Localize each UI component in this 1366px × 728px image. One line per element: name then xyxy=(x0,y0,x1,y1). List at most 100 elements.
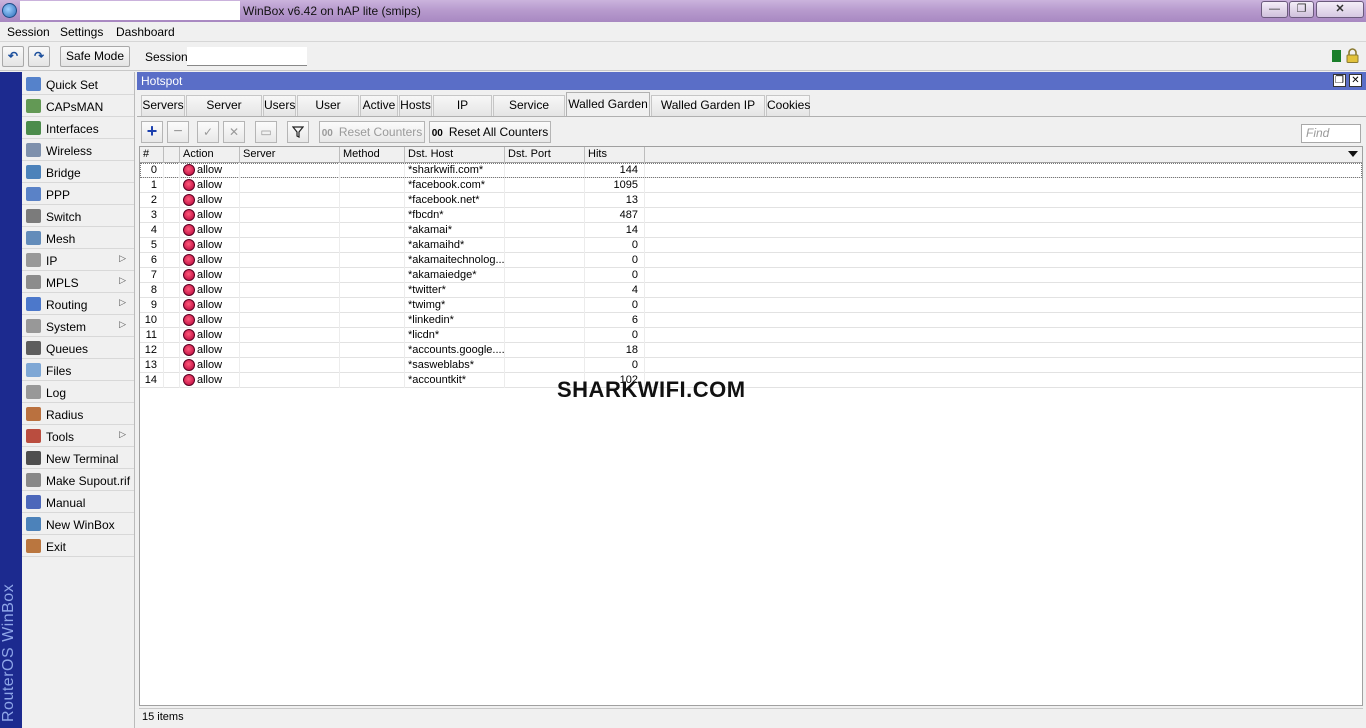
sidebar-item-new-terminal[interactable]: New Terminal xyxy=(22,447,134,469)
cross-icon: ✕ xyxy=(228,125,240,139)
table-row[interactable]: 9 allow *twimg* 0 xyxy=(140,298,1362,313)
reset-counters-button[interactable]: 00 Reset Counters xyxy=(319,121,425,143)
sidebar-item-files[interactable]: Files xyxy=(22,359,134,381)
remove-button[interactable]: − xyxy=(167,121,189,143)
filter-button[interactable] xyxy=(287,121,309,143)
table-row[interactable]: 7 allow *akamaiedge* 0 xyxy=(140,268,1362,283)
minus-icon: − xyxy=(173,123,183,140)
row-method xyxy=(340,163,405,178)
table-row[interactable]: 6 allow *akamaitechnolog... 0 xyxy=(140,253,1362,268)
sidebar-item-ppp[interactable]: PPP xyxy=(22,183,134,205)
minimize-button[interactable]: — xyxy=(1261,1,1288,18)
table-row[interactable]: 3 allow *fbcdn* 487 xyxy=(140,208,1362,223)
tab-active[interactable]: Active xyxy=(360,95,398,116)
sidebar-item-make-supout-rif[interactable]: Make Supout.rif xyxy=(22,469,134,491)
table-row[interactable]: 2 allow *facebook.net* 13 xyxy=(140,193,1362,208)
comment-button[interactable]: ▭ xyxy=(255,121,277,143)
add-button[interactable]: + xyxy=(141,121,163,143)
winbox-icon xyxy=(26,517,41,531)
column-header-action[interactable]: Action xyxy=(180,147,240,163)
switch-icon xyxy=(26,209,41,223)
row-dst-host: *twitter* xyxy=(405,283,505,298)
sidebar-item-wireless[interactable]: Wireless xyxy=(22,139,134,161)
menu-settings[interactable]: Settings xyxy=(60,25,103,39)
sidebar-item-exit[interactable]: Exit xyxy=(22,535,134,557)
menu-session[interactable]: Session xyxy=(7,25,50,39)
sidebar-item-bridge[interactable]: Bridge xyxy=(22,161,134,183)
column-header-dst-host[interactable]: Dst. Host xyxy=(405,147,505,163)
sidebar-item-queues[interactable]: Queues xyxy=(22,337,134,359)
close-button[interactable]: ✕ xyxy=(1316,1,1364,18)
sidebar-item-routing[interactable]: Routing ▷ xyxy=(22,293,134,315)
winbox-logo-icon xyxy=(2,3,17,18)
sidebar-item-ip[interactable]: IP ▷ xyxy=(22,249,134,271)
sidebar-item-manual[interactable]: Manual xyxy=(22,491,134,513)
sidebar-item-label: Radius xyxy=(46,408,84,422)
table-row[interactable]: 10 allow *linkedin* 6 xyxy=(140,313,1362,328)
tab-ip-bindings[interactable]: IP Bindings xyxy=(433,95,492,131)
disable-button[interactable]: ✕ xyxy=(223,121,245,143)
tab-users[interactable]: Users xyxy=(263,95,296,116)
maximize-button[interactable]: ❐ xyxy=(1289,1,1314,18)
table-row[interactable]: 4 allow *akamai* 14 xyxy=(140,223,1362,238)
column-header-dst-port[interactable]: Dst. Port xyxy=(505,147,585,163)
action-label: allow xyxy=(197,314,223,326)
row-flags xyxy=(164,178,180,193)
reset-all-counters-button[interactable]: 00 Reset All Counters xyxy=(429,121,551,143)
sidebar-item-mpls[interactable]: MPLS ▷ xyxy=(22,271,134,293)
sidebar-item-mesh[interactable]: Mesh xyxy=(22,227,134,249)
hotspot-restore-button[interactable]: ❐ xyxy=(1333,74,1346,87)
table-row[interactable]: 5 allow *akamaihd* 0 xyxy=(140,238,1362,253)
system-icon xyxy=(26,319,41,333)
enable-button[interactable]: ✓ xyxy=(197,121,219,143)
tab-user-profiles[interactable]: User Profiles xyxy=(297,95,359,131)
sidebar-item-capsman[interactable]: CAPsMAN xyxy=(22,95,134,117)
tab-servers[interactable]: Servers xyxy=(141,95,185,116)
undo-button[interactable]: ↶ xyxy=(2,46,24,67)
row-flags xyxy=(164,358,180,373)
tab-walled-garden-ip-list[interactable]: Walled Garden IP List xyxy=(651,95,765,131)
table-row[interactable]: 13 allow *sasweblabs* 0 xyxy=(140,358,1362,373)
column-header-hits[interactable]: Hits xyxy=(585,147,645,163)
sidebar-item-new-winbox[interactable]: New WinBox xyxy=(22,513,134,535)
row-server xyxy=(240,283,340,298)
session-input[interactable] xyxy=(187,47,307,66)
sidebar-item-radius[interactable]: Radius xyxy=(22,403,134,425)
table-row[interactable]: 11 allow *licdn* 0 xyxy=(140,328,1362,343)
sidebar-item-quick-set[interactable]: Quick Set xyxy=(22,73,134,95)
menu-dashboard[interactable]: Dashboard xyxy=(116,25,175,39)
tab-cookies[interactable]: Cookies xyxy=(766,95,810,116)
row-action: allow xyxy=(180,298,240,313)
tab-walled-garden[interactable]: Walled Garden xyxy=(566,92,650,117)
sidebar-item-tools[interactable]: Tools ▷ xyxy=(22,425,134,447)
sidebar-item-switch[interactable]: Switch xyxy=(22,205,134,227)
row-hits: 18 xyxy=(585,343,645,358)
column-header-number[interactable]: # xyxy=(140,147,164,163)
redo-button[interactable]: ↷ xyxy=(28,46,50,67)
column-header-method[interactable]: Method xyxy=(340,147,405,163)
table-row[interactable]: 8 allow *twitter* 4 xyxy=(140,283,1362,298)
find-input[interactable]: Find xyxy=(1301,124,1361,143)
tab-service-ports[interactable]: Service Ports xyxy=(493,95,565,131)
tab-server-profiles[interactable]: Server Profiles xyxy=(186,95,262,131)
row-server xyxy=(240,178,340,193)
safe-mode-button[interactable]: Safe Mode xyxy=(60,46,130,67)
sidebar-item-system[interactable]: System ▷ xyxy=(22,315,134,337)
table-row[interactable]: 14 allow *accountkit* 102 xyxy=(140,373,1362,388)
row-dst-host: *accounts.google.... xyxy=(405,343,505,358)
hotspot-action-bar: + − ✓ ✕ ▭ 00 Reset Counters 00 Reset All C… xyxy=(137,116,1366,145)
sidebar-item-log[interactable]: Log xyxy=(22,381,134,403)
table-row[interactable]: 0 allow *sharkwifi.com* 144 xyxy=(140,163,1362,178)
sidebar-item-label: IP xyxy=(46,254,58,268)
filter-icon xyxy=(291,126,305,138)
column-header-server[interactable]: Server xyxy=(240,147,340,163)
sidebar-item-interfaces[interactable]: Interfaces xyxy=(22,117,134,139)
hotspot-close-button[interactable]: ✕ xyxy=(1349,74,1362,87)
table-row[interactable]: 12 allow *accounts.google.... 18 xyxy=(140,343,1362,358)
brand-text: RouterOS WinBox xyxy=(0,583,17,722)
row-dst-port xyxy=(505,328,585,343)
tab-hosts[interactable]: Hosts xyxy=(399,95,432,116)
table-row[interactable]: 1 allow *facebook.com* 1095 xyxy=(140,178,1362,193)
column-header-flags[interactable] xyxy=(164,147,180,163)
column-chooser-icon[interactable] xyxy=(1348,151,1358,157)
